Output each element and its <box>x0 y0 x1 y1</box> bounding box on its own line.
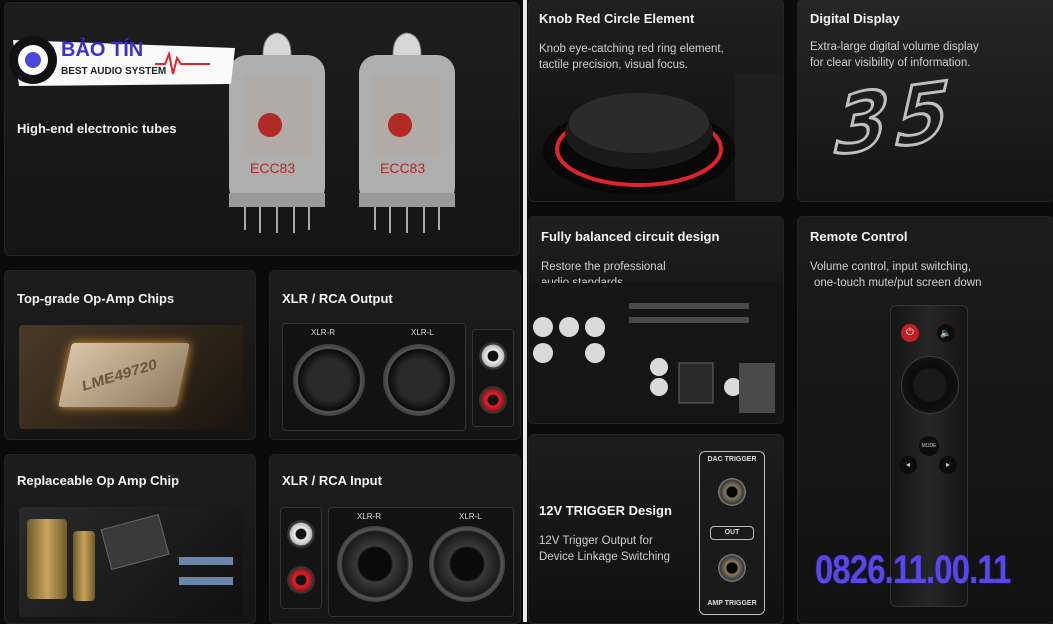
main-select-button[interactable] <box>901 356 959 414</box>
knob-card: Knob Red Circle Element Knob eye-catchin… <box>528 0 784 202</box>
trigger-card: 12V TRIGGER Design 12V Trigger Output fo… <box>528 434 784 624</box>
knob-desc-1: Knob eye-catching red ring element, <box>539 43 724 55</box>
vacuum-tubes-image: ECC83 ECC83 <box>229 32 455 233</box>
xlr-r-label: XLR-R <box>311 328 336 337</box>
brand-tagline: BEST AUDIO SYSTEM <box>61 66 166 77</box>
amp-trigger-jack <box>718 554 746 582</box>
rca-in-white-jack <box>287 520 315 548</box>
xlr-in-r-label: XLR-R <box>357 512 382 521</box>
xlr-in-l-connector <box>429 526 505 602</box>
xlr-r-connector <box>293 344 365 416</box>
mute-button[interactable]: 🔈 <box>937 324 955 342</box>
xlr-output-title: XLR / RCA Output <box>282 291 393 306</box>
chip-label: LME49720 <box>81 356 158 395</box>
volume-down-button[interactable]: ◂ <box>899 456 917 474</box>
display-card: Digital Display Extra-large digital volu… <box>797 0 1053 202</box>
rca-white-jack <box>479 342 507 370</box>
xlr-input-title: XLR / RCA Input <box>282 473 382 488</box>
balanced-desc-1: Restore the professional <box>541 261 666 273</box>
rca-red-jack <box>479 386 507 414</box>
replaceable-chip-image <box>19 507 243 617</box>
amp-trigger-label: AMP TRIGGER <box>707 600 757 607</box>
opamp-card: Top-grade Op-Amp Chips LME49720 <box>4 270 256 440</box>
balanced-circuit-card: Fully balanced circuit design Restore th… <box>528 216 784 424</box>
dac-trigger-label: DAC TRIGGER <box>707 456 757 463</box>
xlr-l-label: XLR-L <box>411 328 434 337</box>
out-label: OUT <box>710 526 754 540</box>
display-title: Digital Display <box>810 11 900 26</box>
opamp-title: Top-grade Op-Amp Chips <box>17 291 175 306</box>
xlr-in-l-label: XLR-L <box>459 512 482 521</box>
display-desc-1: Extra-large digital volume display <box>810 41 979 53</box>
rca-input-panel <box>280 507 322 609</box>
xlr-output-card: XLR / RCA Output XLR-R XLR-L <box>269 270 521 440</box>
collage-divider <box>523 0 527 622</box>
xlr-in-r-connector <box>337 526 413 602</box>
hotline-phone-number: 0826.11.00.11 <box>815 548 1011 592</box>
remote-desc-2: one-touch mute/put screen down <box>814 277 982 289</box>
knob-desc-2: tactile precision, visual focus. <box>539 59 688 71</box>
tubes-title: High-end electronic tubes <box>17 121 177 136</box>
trigger-title: 12V TRIGGER Design <box>539 503 672 518</box>
xlr-output-panel: XLR-R XLR-L <box>282 323 466 431</box>
mode-button[interactable]: MODE <box>919 436 939 456</box>
volume-up-button[interactable]: ▸ <box>939 456 957 474</box>
power-button[interactable]: ⏻ <box>901 324 919 342</box>
trigger-desc-1: 12V Trigger Output for <box>539 535 653 547</box>
xlr-input-panel: XLR-R XLR-L <box>328 507 514 617</box>
balanced-title: Fully balanced circuit design <box>541 229 720 244</box>
remote-title: Remote Control <box>810 229 908 244</box>
replaceable-opamp-title: Replaceable Op Amp Chip <box>17 473 180 488</box>
opamp-chip-image: LME49720 <box>19 325 243 429</box>
trigger-desc-2: Device Linkage Switching <box>539 551 671 563</box>
dac-trigger-jack <box>718 478 746 506</box>
brand-logo: BẢO TÍN BEST AUDIO SYSTEM <box>9 36 235 86</box>
trigger-panel: DAC TRIGGER OUT AMP TRIGGER <box>699 451 765 615</box>
xlr-input-card: XLR / RCA Input XLR-R XLR-L <box>269 454 521 624</box>
xlr-l-connector <box>383 344 455 416</box>
rca-in-red-jack <box>287 566 315 594</box>
tube-label-2: ECC83 <box>380 160 425 176</box>
mode-label: MODE <box>921 443 937 449</box>
rca-output-panel <box>472 329 514 427</box>
replaceable-opamp-card: Replaceable Op Amp Chip <box>4 454 256 624</box>
tube-label: ECC83 <box>250 160 295 176</box>
circuit-board-image <box>529 283 783 423</box>
knob-title: Knob Red Circle Element <box>539 11 695 26</box>
red-ring-knob-image <box>543 73 783 201</box>
digital-volume-display: 35 <box>823 60 970 176</box>
remote-desc-1: Volume control, input switching, <box>810 261 972 273</box>
brand-name: BẢO TÍN <box>61 38 143 61</box>
